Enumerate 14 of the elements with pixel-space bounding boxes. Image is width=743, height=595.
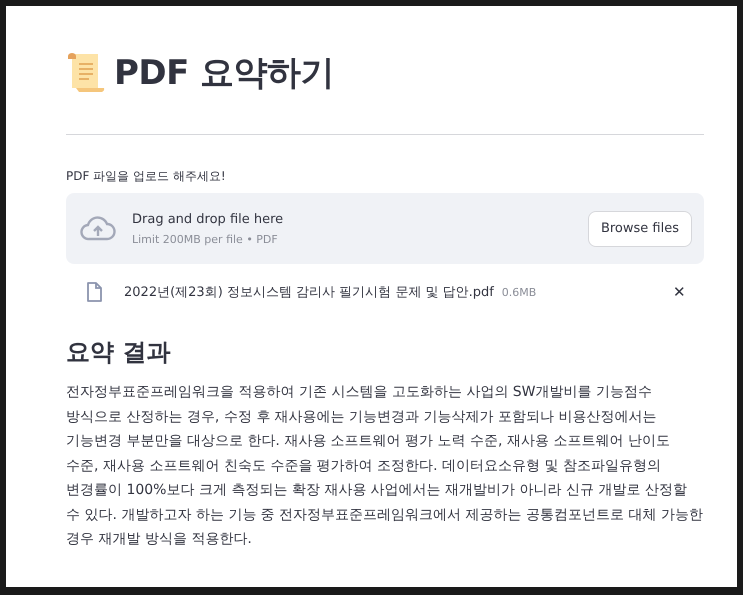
page-title: PDF 요약하기 (114, 52, 334, 95)
result-heading: 요약 결과 (66, 337, 172, 368)
file-name: 2022년(제23회) 정보시스템 감리사 필기시험 문제 및 답안.pdf (124, 284, 494, 301)
upload-label: PDF 파일을 업로드 해주세요! (66, 168, 227, 185)
browse-files-button[interactable]: Browse files (588, 210, 692, 246)
file-icon (86, 282, 102, 302)
scroll-icon (66, 52, 106, 94)
upload-cloud-icon (80, 216, 116, 242)
dropzone-instruction: Drag and drop file here (132, 212, 284, 226)
file-size: 0.6MB (502, 286, 538, 298)
summary-paragraph: 전자정부표준프레임워크을 적용하여 기존 시스템을 고도화하는 사업의 SW개발비를 기능점수 방식으로 산정하는 경우, 수정 후 재사용에는 기능변경과 기능삭제가 포함되나 비용산정에서는 기능변경 부분만을 대상으로 한다. 재사용 소프트웨어 평가 노력 수준, 재사용 소프트웨어 난이도 수준, 재사용 소프트웨어 친숙도 수준을 평가하여 조정한다. 데이터요소유형 및 참조파일유형의 변경률이 100%보다 크게 측정되는 확장 재사용 사업에서는 재개발비가 아니라 신규 개발로 산정할 수 있다. 개발하고자 하는 기능 중 전자정부표준프레임워크에서 제공하는 공통컴포넌트로 대체 가능한 경우 재개발 방식을 적용한다. (66, 383, 704, 549)
file-limit-text: Limit 200MB per file • PDF (132, 232, 279, 246)
remove-file-button[interactable]: ✕ (669, 281, 690, 303)
file-dropzone[interactable]: Drag and drop file here Limit 200MB per file • PDF Browse files (66, 193, 704, 264)
